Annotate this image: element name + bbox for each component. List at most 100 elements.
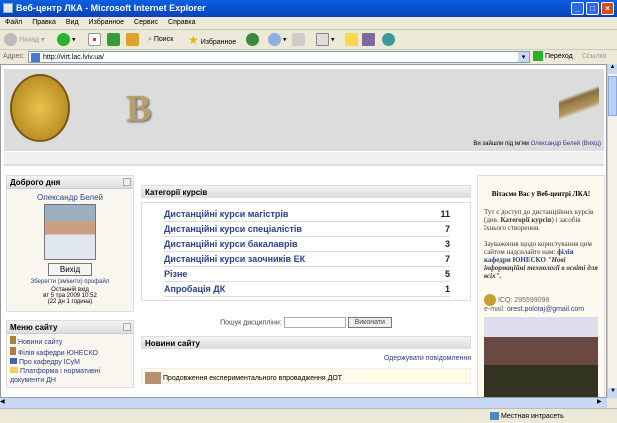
email-line: e-mail: orest.polotaj@gmail.com [484, 306, 585, 313]
menu-edit[interactable]: Правка [27, 17, 61, 28]
menu-help[interactable]: Справка [163, 17, 200, 28]
messenger-button[interactable] [382, 33, 395, 47]
forward-arrow-icon [57, 33, 70, 46]
search-button[interactable]: ⌕ Поиск [148, 33, 173, 47]
address-bar: Адрес: http://virt.lac.lviv.ua/ ▾ Перехо… [0, 50, 617, 64]
category-link[interactable]: Різне [164, 269, 187, 279]
subscribe-link[interactable]: Одержувати повідомлення [141, 355, 471, 362]
menu-item-platform[interactable]: Платформа і нормативні документи ДН [10, 367, 130, 385]
user-name-link[interactable]: Олександр Белей [7, 193, 133, 202]
category-count: 3 [444, 239, 450, 249]
folder-button[interactable] [345, 33, 358, 47]
home-icon [126, 33, 139, 46]
scroll-left-icon[interactable]: ◀ [0, 398, 10, 405]
search-label: Пошук дисципліни: [220, 319, 282, 327]
icq-line: ICQ: 295599098 [484, 294, 598, 306]
site-menu-block: Меню сайту Новини сайту Філія кафедри ЮН… [6, 320, 134, 388]
links-button[interactable]: Ссылки [582, 53, 607, 60]
center-column: Категорії курсів Дистанційні курси магіс… [141, 185, 471, 384]
menu-item-about[interactable]: Про кафедру ІСуМ [10, 358, 130, 367]
scroll-right-icon[interactable]: ▶ [597, 398, 607, 405]
menu-item-news[interactable]: Новини сайту [10, 336, 130, 347]
category-count: 11 [440, 209, 450, 219]
user-avatar[interactable] [44, 204, 96, 260]
menu-bar: Файл Правка Вид Избранное Сервис Справка [0, 17, 617, 30]
edit-button[interactable]: ▾ [316, 33, 334, 47]
scroll-up-icon[interactable]: ▲ [608, 64, 617, 74]
page-content: В Ви зайшли під ім'ям Олександр Белей (В… [0, 64, 607, 398]
back-button[interactable]: Назад ▾ [4, 33, 44, 47]
category-link[interactable]: Дистанційні курси бакалаврів [164, 239, 298, 249]
course-search-input[interactable] [283, 317, 346, 328]
go-button[interactable]: Переход [533, 51, 573, 61]
title-bar: Веб-центр ЛКА - Microsoft Internet Explo… [0, 0, 617, 17]
category-link[interactable]: Дистанційні курси спеціалістів [164, 224, 302, 234]
logout-button[interactable]: Вихід [48, 263, 92, 276]
menu-view[interactable]: Вид [61, 17, 84, 28]
menu-file[interactable]: Файл [0, 17, 27, 28]
category-link[interactable]: Дистанційні курси магістрів [164, 209, 288, 219]
news-item[interactable]: Продовження експериментального впровадже… [141, 368, 471, 384]
history-button[interactable] [246, 33, 259, 47]
research-button[interactable] [362, 33, 375, 47]
stop-button[interactable] [88, 33, 101, 47]
refresh-icon [107, 33, 120, 46]
login-info: Ви зайшли під ім'ям Олександр Белей (Вих… [473, 141, 601, 147]
forward-button[interactable]: ▾ [57, 33, 75, 47]
search-submit-button[interactable]: Виконати [347, 317, 392, 329]
maximize-button[interactable]: □ [586, 2, 599, 15]
block-hide-icon[interactable] [123, 323, 131, 331]
logo-letter: В [126, 88, 152, 130]
back-arrow-icon [4, 33, 17, 46]
address-dropdown-icon[interactable]: ▾ [518, 52, 529, 62]
category-count: 1 [444, 284, 450, 294]
favorites-button[interactable]: ★ Избранное [188, 33, 236, 47]
mail-icon [268, 33, 281, 46]
vertical-scrollbar[interactable]: ▲ ▼ [607, 64, 617, 398]
news-title: Новини сайту [141, 336, 471, 349]
computer-icon [10, 358, 17, 364]
address-input[interactable]: http://virt.lac.lviv.ua/ ▾ [28, 51, 530, 63]
menu-favorites[interactable]: Избранное [84, 17, 129, 28]
refresh-button[interactable] [107, 33, 120, 47]
email-link[interactable]: orest.polotaj@gmail.com [507, 306, 584, 313]
category-row: Дистанційні курси магістрів 11 [164, 207, 450, 222]
menu-item-unesco[interactable]: Філія кафедри ЮНЕСКО [10, 347, 130, 358]
site-menu-title: Меню сайту [7, 321, 133, 334]
window-title: Веб-центр ЛКА - Microsoft Internet Explo… [16, 3, 206, 13]
minimize-button[interactable]: _ [571, 2, 584, 15]
toolbar: Назад ▾ ▾ ⌕ Поиск ★ Избранное ▾ ▾ [0, 30, 617, 50]
category-count: 7 [444, 224, 450, 234]
category-link[interactable]: Дистанційні курси заочників ЕК [164, 254, 305, 264]
building-photo [484, 317, 598, 397]
site-header: В Ви зайшли під ім'ям Олександр Белей (В… [4, 69, 604, 151]
folder-icon [345, 33, 358, 46]
menu-tools[interactable]: Сервис [129, 17, 163, 28]
scrollbar-thumb[interactable] [608, 76, 617, 116]
block-hide-icon[interactable] [123, 178, 131, 186]
close-button[interactable]: × [601, 2, 614, 15]
course-search-form: Пошук дисципліни: Виконати [141, 317, 471, 329]
category-link[interactable]: Апробація ДК [164, 284, 225, 294]
categories-table: Дистанційні курси магістрів 11 Дистанційні… [141, 202, 471, 301]
author-avatar [145, 372, 161, 384]
scroll-down-icon[interactable]: ▼ [608, 388, 617, 398]
category-row: Різне 5 [164, 267, 450, 282]
edit-profile-link[interactable]: Зберегти (змінити) профайл [7, 279, 133, 285]
address-label: Адрес: [3, 53, 25, 60]
category-count: 5 [444, 269, 450, 279]
login-user-link[interactable]: Олександр Белей [531, 141, 581, 147]
print-button[interactable] [292, 33, 305, 47]
star-icon: ★ [188, 33, 199, 47]
home-button[interactable] [126, 33, 139, 47]
icq-icon [484, 294, 496, 306]
greeting-block: Доброго дня Олександр Белей Вихід Зберег… [6, 175, 134, 312]
horizontal-scrollbar[interactable]: ◀ ▶ [0, 398, 607, 408]
zone-indicator: Местная интрасеть [490, 412, 564, 420]
header-logout-link[interactable]: (Вихід) [582, 141, 601, 147]
mail-button[interactable]: ▾ [268, 33, 286, 47]
coin-logo [10, 74, 70, 142]
right-column: Вітаємо Вас у Веб-центрі ЛКА! Тут є дост… [477, 175, 605, 397]
research-icon [362, 33, 375, 46]
history-icon [246, 33, 259, 46]
